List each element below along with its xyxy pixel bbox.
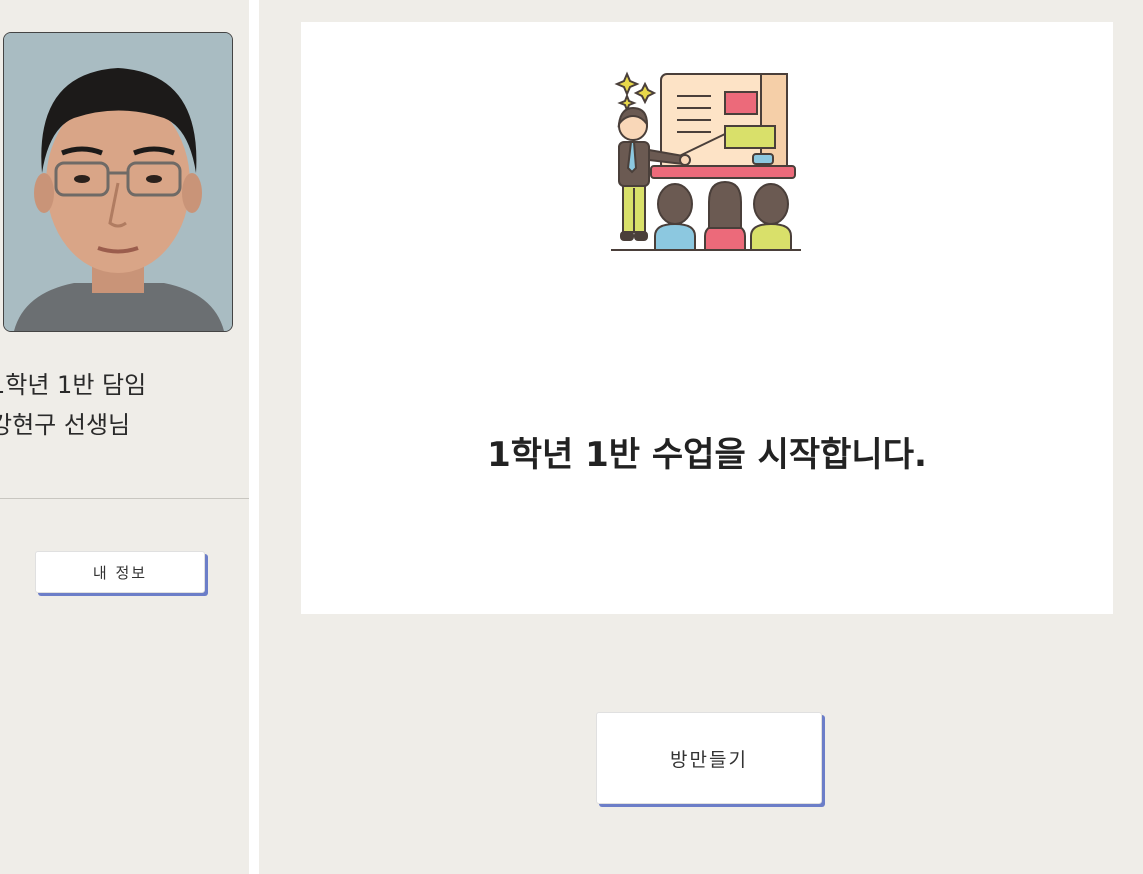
teacher-profile-photo bbox=[3, 32, 233, 332]
teacher-info: 1학년 1반 담임 강현구 선생님 bbox=[0, 365, 240, 445]
class-start-message: 1학년 1반 수업을 시작합니다. bbox=[487, 435, 927, 475]
teacher-presenting-to-students-icon bbox=[611, 68, 801, 258]
make-room-button[interactable]: 방만들기 bbox=[596, 712, 822, 804]
teacher-class-label: 1학년 1반 담임 bbox=[0, 371, 147, 399]
my-info-button[interactable]: 내 정보 bbox=[35, 551, 205, 593]
class-start-card: 1학년 1반 수업을 시작합니다. bbox=[301, 22, 1113, 614]
teacher-name-label: 강현구 선생님 bbox=[0, 411, 131, 439]
vertical-divider bbox=[249, 0, 259, 874]
sidebar-divider bbox=[0, 498, 249, 499]
sidebar: 1학년 1반 담임 강현구 선생님 내 정보 bbox=[0, 0, 249, 874]
